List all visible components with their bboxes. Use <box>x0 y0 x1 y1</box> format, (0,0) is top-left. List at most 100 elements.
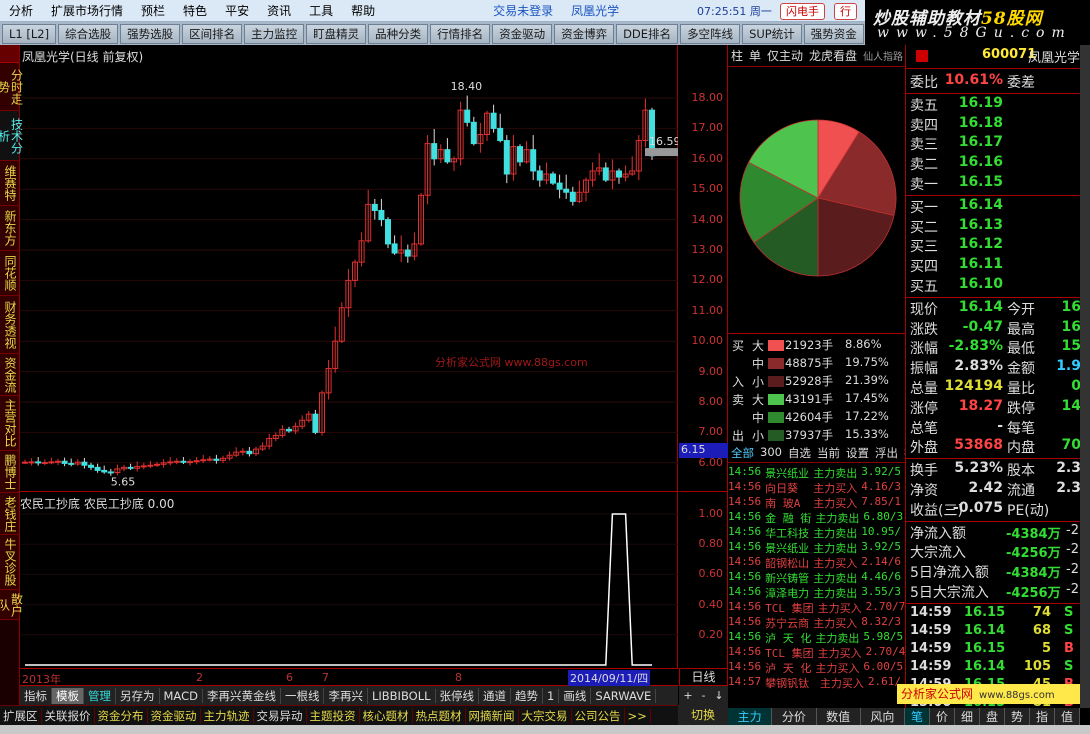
ticker-row[interactable]: 14:56 南 玻A 主力买入 7.85/1 <box>728 495 905 510</box>
ticker-row[interactable]: 14:56 金 融 街主力卖出 6.80/3 <box>728 510 905 525</box>
panel1-tab[interactable]: 风向 <box>861 708 905 725</box>
ticker-row[interactable]: 14:56 苏宁云商 主力买入 8.32/3 <box>728 615 905 630</box>
ticker-row[interactable]: 14:57 攀钢钒钛 主力买入 2.61/ <box>728 675 905 690</box>
toolbar-button[interactable]: 资金驱动 <box>492 23 553 44</box>
menu-item[interactable]: 帮助 <box>342 2 384 19</box>
bottom-tab[interactable]: 主力轨迹 <box>201 707 254 724</box>
ticker-row[interactable]: 14:56 新兴铸管 主力卖出 4.46/6 <box>728 570 905 585</box>
toolbar-button[interactable]: 强势选股 <box>120 23 181 44</box>
toolbar-button[interactable]: 综合选股 <box>58 23 119 44</box>
filter-tab[interactable]: 300 <box>757 445 785 462</box>
toolbar-button[interactable]: L1 [L2] <box>2 23 57 44</box>
bottom-tab[interactable]: 交易异动 <box>254 707 307 724</box>
panel2-tab[interactable]: 指 <box>1030 708 1055 725</box>
indicator-tab[interactable]: 另存为 <box>116 687 160 704</box>
menu-item[interactable]: 特色 <box>174 2 216 19</box>
zoom-out-button[interactable]: - <box>702 686 706 705</box>
indicator-tab[interactable]: 通道 <box>479 687 512 704</box>
indicator-tab[interactable]: 指标 <box>20 687 52 704</box>
filter-tab[interactable]: 全部 <box>728 445 757 462</box>
tab-single[interactable]: 单 <box>746 47 764 64</box>
kline-chart[interactable]: 凤凰光学(日线 前复权) 分析家公式网 www.88gs.com 18.40 5.… <box>20 45 678 492</box>
indicator-tab[interactable]: 画线 <box>559 687 592 704</box>
filter-tab[interactable]: 自选 <box>785 445 814 462</box>
sidebar-tab[interactable]: 牛叉诊股 <box>0 535 19 590</box>
sidebar-tab[interactable]: 散户队 <box>0 590 24 620</box>
ticker-row[interactable]: 14:56 景兴纸业 主力卖出 3.92/5 <box>728 465 905 480</box>
sidebar-tab[interactable]: 财务透视 <box>0 296 19 354</box>
ticker-row[interactable]: 14:56 景兴纸业 主力卖出 3.92/5 <box>728 540 905 555</box>
menu-item[interactable]: 预栏 <box>132 2 174 19</box>
filter-tab[interactable]: 设置 <box>843 445 872 462</box>
sidebar-tab[interactable]: 新东方 <box>0 206 19 251</box>
menu-item[interactable]: 资讯 <box>258 2 300 19</box>
indicator-tab[interactable]: 模板 <box>52 687 84 704</box>
indicator-tab[interactable]: 李再兴 <box>324 687 368 704</box>
bottom-tab[interactable]: >> <box>625 708 651 723</box>
menu-item[interactable]: 分析 <box>0 2 42 19</box>
toolbar-button[interactable]: 主力监控 <box>244 23 305 44</box>
sidebar-tab[interactable]: 老钱庄 <box>0 493 19 535</box>
bottom-tab[interactable]: 大宗交易 <box>519 707 572 724</box>
tab-dragon-tiger[interactable]: 龙虎看盘 <box>806 47 860 64</box>
bottom-tab[interactable]: 关联报价 <box>42 707 95 724</box>
ticker-row[interactable]: 14:56 漳泽电力 主力卖出 3.55/3 <box>728 585 905 600</box>
panel1-tab[interactable]: 数值 <box>817 708 861 725</box>
ticker-row[interactable]: 14:56 韶钢松山 主力买入 2.14/6 <box>728 555 905 570</box>
panel2-tab[interactable]: 笔 <box>905 708 930 725</box>
panel2-tab[interactable]: 细 <box>955 708 980 725</box>
toolbar-button[interactable]: 资金博弈 <box>554 23 615 44</box>
toolbar-button[interactable]: 品种分类 <box>368 23 429 44</box>
bottom-tab[interactable]: 资金分布 <box>95 707 148 724</box>
panel1-tab[interactable]: 分价 <box>772 708 817 725</box>
sidebar-tab[interactable]: 技术分析 <box>0 111 24 161</box>
menu-item[interactable]: 工具 <box>300 2 342 19</box>
trade-button[interactable]: 行 <box>834 3 857 20</box>
indicator-tab[interactable]: 李再兴黄金线 <box>203 687 281 704</box>
zoom-in-button[interactable]: + <box>683 686 692 705</box>
ticker-row[interactable]: 14:56 TCL 集团 主力买入 2.70/4 <box>728 645 905 660</box>
bottom-tab[interactable]: 扩展区 <box>0 707 42 724</box>
bottom-tab[interactable]: 网摘新闻 <box>466 707 519 724</box>
switch-button[interactable]: 切换 <box>678 705 728 725</box>
bottom-tab[interactable]: 热点题材 <box>413 707 466 724</box>
toolbar-button[interactable]: 强势资金 <box>803 23 864 44</box>
toolbar-button[interactable]: 盯盘精灵 <box>306 23 367 44</box>
ticker-row[interactable]: 14:56 华工科技 主力卖出 10.95/ <box>728 525 905 540</box>
indicator-tab[interactable]: LIBBIBOLL <box>368 688 436 703</box>
bottom-tab[interactable]: 主题投资 <box>307 707 360 724</box>
toolbar-button[interactable]: DDE排名 <box>616 23 679 44</box>
bottom-tab[interactable]: 资金驱动 <box>148 707 201 724</box>
panel2-tab[interactable]: 势 <box>1005 708 1030 725</box>
ticker-row[interactable]: 14:56 TCL 集团 主力买入 2.70/7 <box>728 600 905 615</box>
filter-tab[interactable]: 当前 <box>814 445 843 462</box>
indicator-tab[interactable]: MACD <box>160 688 203 703</box>
toolbar-button[interactable]: SUP统计 <box>742 23 802 44</box>
period-selector[interactable]: 日线 <box>679 668 728 686</box>
login-status[interactable]: 交易未登录 <box>484 2 562 19</box>
toolbar-button[interactable]: 行情排名 <box>430 23 491 44</box>
sidebar-tab[interactable]: 维赛特 <box>0 161 19 206</box>
menu-item[interactable]: 扩展市场行情 <box>42 2 132 19</box>
sidebar-tab[interactable]: 鹏博士 <box>0 451 19 493</box>
flash-trade-button[interactable]: 闪电手 <box>780 3 825 20</box>
panel2-tab[interactable]: 盘 <box>980 708 1005 725</box>
toolbar-button[interactable]: 多空阵线 <box>680 23 741 44</box>
tab-active-only[interactable]: 仅主动 <box>764 47 806 64</box>
filter-tab[interactable]: 浮出 <box>872 445 901 462</box>
indicator-chart[interactable]: 农民工抄底 农民工抄底 0.00 <box>20 492 678 668</box>
ticker-row[interactable]: 14:56 向日葵 主力买入 4.16/3 <box>728 480 905 495</box>
indicator-tab[interactable]: SARWAVE <box>591 688 657 703</box>
indicator-tab[interactable]: 管理 <box>84 687 116 704</box>
sidebar-tab[interactable]: 资金流 <box>0 354 19 396</box>
tab-more[interactable]: 仙人指路 <box>860 48 906 63</box>
bottom-tab[interactable]: 公司公告 <box>572 707 625 724</box>
ad-banner[interactable]: 分析家公式网 www.88gs.com <box>897 684 1080 704</box>
indicator-tab[interactable]: 张停线 <box>436 687 480 704</box>
panel1-tab[interactable]: 主力 <box>728 708 773 725</box>
tab-bar[interactable]: 柱 <box>728 47 746 64</box>
indicator-tab[interactable]: 一根线 <box>281 687 325 704</box>
main-force-ticker[interactable]: 14:56 景兴纸业 主力卖出 3.92/5 14:56 向日葵 主力买入 4.16/3 14:… <box>728 465 905 705</box>
indicator-tab[interactable]: 趋势 <box>511 687 544 704</box>
panel2-tab[interactable]: 值 <box>1055 708 1080 725</box>
